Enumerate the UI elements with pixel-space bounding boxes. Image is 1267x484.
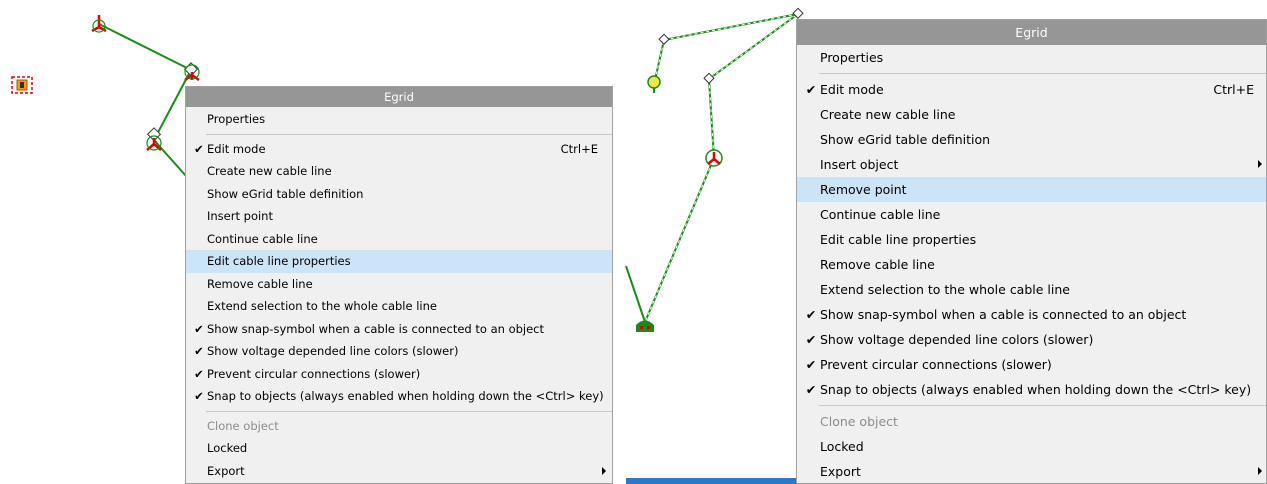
menu-item-label: Properties: [820, 50, 884, 65]
cable-node-mid-left-icon[interactable]: [183, 62, 200, 82]
cable-line-right[interactable]: [625, 13, 799, 323]
menu-item-label: Edit mode: [820, 82, 884, 97]
menu-item-remove-cable-line[interactable]: Remove cable line: [186, 273, 612, 296]
menu-item-show-table-definition[interactable]: Show eGrid table definition: [797, 127, 1266, 152]
menu-item-insert-point[interactable]: Insert point: [186, 205, 612, 228]
menu-item-shortcut: Ctrl+E: [1213, 82, 1254, 97]
check-icon: ✔: [805, 332, 817, 347]
menu-item-label: Snap to objects (always enabled when hol…: [207, 389, 604, 403]
menu-item-label: Show snap-symbol when a cable is connect…: [820, 307, 1187, 322]
menu-separator: [206, 408, 612, 415]
menu-item-properties[interactable]: Properties: [797, 45, 1266, 70]
menu-item-label: Properties: [207, 112, 266, 126]
menu-item-label: Snap to objects (always enabled when hol…: [820, 382, 1252, 397]
menu-item-snap-to-objects[interactable]: ✔ Snap to objects (always enabled when h…: [186, 385, 612, 408]
menu-item-shortcut: Ctrl+E: [560, 141, 598, 156]
menu-item-label: Locked: [207, 441, 248, 455]
menu-item-export[interactable]: Export: [797, 459, 1266, 483]
menu-item-label: Create new cable line: [207, 164, 332, 178]
menu-item-show-voltage-colors[interactable]: ✔ Show voltage depended line colors (slo…: [797, 327, 1266, 352]
lamp-icon[interactable]: [647, 75, 661, 93]
chevron-right-icon: [1258, 160, 1262, 168]
menu-item-extend-selection[interactable]: Extend selection to the whole cable line: [186, 295, 612, 318]
menu-item-create-cable-line[interactable]: Create new cable line: [797, 102, 1266, 127]
check-icon: ✔: [805, 357, 817, 372]
menu-item-prevent-circular[interactable]: ✔ Prevent circular connections (slower): [797, 352, 1266, 377]
menu-item-label: Show voltage depended line colors (slowe…: [207, 344, 459, 358]
menu-item-edit-cable-line-properties[interactable]: Edit cable line properties: [186, 250, 612, 273]
cabinet-icon[interactable]: [636, 320, 654, 333]
menu-item-insert-object[interactable]: Insert object: [797, 152, 1266, 177]
menu-item-remove-point[interactable]: Remove point: [797, 177, 1266, 202]
menu-item-show-voltage-colors[interactable]: ✔ Show voltage depended line colors (slo…: [186, 340, 612, 363]
menu-item-label: Extend selection to the whole cable line: [207, 299, 437, 313]
menu-item-label: Extend selection to the whole cable line: [820, 282, 1070, 297]
menu-item-label: Remove cable line: [207, 276, 313, 291]
check-icon: ✔: [805, 382, 817, 397]
menu-item-label: Edit cable line properties: [820, 232, 977, 247]
menu-item-edit-cable-line-properties[interactable]: Edit cable line properties: [797, 227, 1266, 252]
chevron-right-icon: [1258, 467, 1262, 475]
menu-item-snap-to-objects[interactable]: ✔ Snap to objects (always enabled when h…: [797, 377, 1266, 402]
check-icon: ✔: [805, 307, 817, 322]
menu-item-show-snap-symbol[interactable]: ✔ Show snap-symbol when a cable is conne…: [186, 318, 612, 341]
menu-item-clone-object: Clone object: [797, 409, 1266, 434]
menu-item-label: Show snap-symbol when a cable is connect…: [207, 321, 545, 336]
menu-item-label: Show eGrid table definition: [207, 186, 364, 201]
menu-title: Egrid: [186, 87, 612, 107]
check-icon: ✔: [194, 389, 204, 403]
menu-item-label: Prevent circular connections (slower): [820, 357, 1052, 372]
menu-item-prevent-circular[interactable]: ✔ Prevent circular connections (slower): [186, 363, 612, 386]
cable-node-right-icon[interactable]: [705, 149, 723, 167]
menu-item-remove-cable-line[interactable]: Remove cable line: [797, 252, 1266, 277]
menu-item-continue-cable-line[interactable]: Continue cable line: [186, 228, 612, 251]
check-icon: ✔: [194, 366, 204, 381]
menu-item-clone-object: Clone object: [186, 415, 612, 438]
check-icon: ✔: [194, 344, 204, 358]
menu-item-label: Edit mode: [207, 141, 266, 156]
menu-item-properties[interactable]: Properties: [186, 108, 612, 131]
menu-item-edit-mode[interactable]: ✔ Edit mode Ctrl+E: [186, 138, 612, 161]
menu-item-label: Edit cable line properties: [207, 254, 351, 268]
status-strip: [626, 478, 796, 484]
check-icon: ✔: [194, 321, 204, 336]
menu-item-continue-cable-line[interactable]: Continue cable line: [797, 202, 1266, 227]
menu-title: Egrid: [797, 20, 1266, 45]
menu-item-show-snap-symbol[interactable]: ✔ Show snap-symbol when a cable is conne…: [797, 302, 1266, 327]
menu-item-label: Locked: [820, 439, 864, 454]
menu-item-locked[interactable]: Locked: [186, 437, 612, 460]
menu-item-label: Prevent circular connections (slower): [207, 366, 421, 381]
menu-item-show-table-definition[interactable]: Show eGrid table definition: [186, 183, 612, 206]
menu-item-create-cable-line[interactable]: Create new cable line: [186, 160, 612, 183]
menu-item-edit-mode[interactable]: ✔ Edit mode Ctrl+E: [797, 77, 1266, 102]
menu-item-label: Continue cable line: [820, 207, 941, 222]
menu-item-label: Export: [207, 463, 245, 478]
context-menu-right: Egrid Properties ✔ Edit mode Ctrl+E Crea…: [796, 19, 1267, 484]
menu-item-label: Create new cable line: [820, 107, 956, 122]
menu-item-extend-selection[interactable]: Extend selection to the whole cable line: [797, 277, 1266, 302]
selected-object-icon[interactable]: [11, 76, 33, 94]
menu-item-label: Continue cable line: [207, 231, 318, 246]
menu-item-label: Export: [820, 464, 861, 479]
menu-item-label: Clone object: [207, 418, 279, 433]
menu-item-label: Show voltage depended line colors (slowe…: [820, 332, 1094, 347]
menu-item-label: Remove cable line: [820, 257, 935, 272]
menu-item-locked[interactable]: Locked: [797, 434, 1266, 459]
chevron-right-icon: [602, 466, 606, 475]
menu-item-label: Insert object: [820, 157, 899, 172]
cable-point-handle-icon[interactable]: [658, 7, 804, 84]
cable-node-top-left-icon[interactable]: [91, 15, 107, 33]
menu-item-label: Show eGrid table definition: [820, 132, 991, 147]
context-menu-left: Egrid Properties ✔ Edit mode Ctrl+E Crea…: [185, 86, 613, 484]
menu-separator: [819, 402, 1266, 409]
menu-separator: [206, 131, 612, 138]
menu-item-label: Clone object: [820, 414, 898, 429]
menu-separator: [819, 70, 1266, 77]
check-icon: ✔: [194, 141, 204, 156]
cable-line-left[interactable]: [98, 23, 193, 177]
menu-item-export[interactable]: Export: [186, 460, 612, 483]
check-icon: ✔: [805, 82, 817, 97]
menu-item-label: Insert point: [207, 209, 273, 223]
menu-item-label: Remove point: [820, 182, 907, 197]
